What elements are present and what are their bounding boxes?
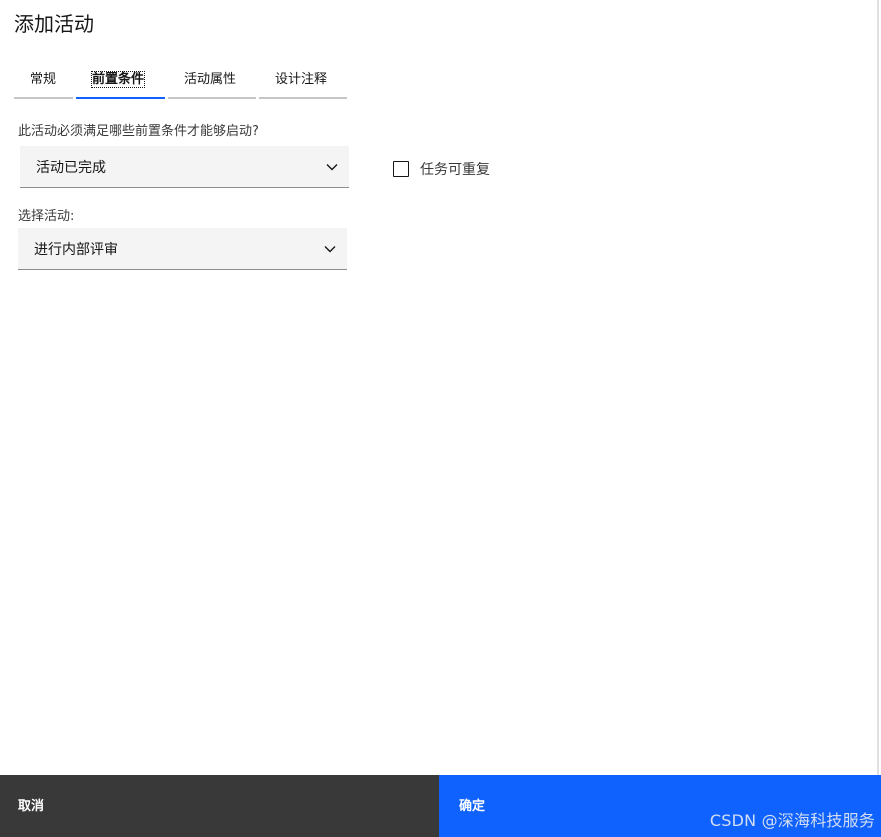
dialog-title: 添加活动 bbox=[14, 12, 94, 36]
repeatable-checkbox[interactable] bbox=[393, 161, 409, 177]
condition-select[interactable]: 活动已完成 bbox=[20, 146, 349, 188]
tab-design-notes-label: 设计注释 bbox=[275, 72, 328, 87]
cancel-button[interactable]: 取消 bbox=[0, 775, 439, 837]
condition-select-value: 活动已完成 bbox=[36, 159, 106, 176]
tab-design-notes[interactable]: 设计注释 bbox=[259, 66, 347, 99]
chevron-down-icon bbox=[324, 245, 336, 252]
tab-activity-properties-label: 活动属性 bbox=[184, 72, 237, 87]
chevron-down-icon bbox=[326, 163, 338, 170]
tab-general-label: 常规 bbox=[30, 72, 57, 87]
cancel-button-label: 取消 bbox=[18, 799, 45, 814]
tab-list: 常规 前置条件 活动属性 设计注释 bbox=[14, 66, 350, 99]
activity-select[interactable]: 进行内部评审 bbox=[18, 228, 347, 270]
precondition-question: 此活动必须满足哪些前置条件才能够启动? bbox=[18, 124, 259, 139]
watermark: CSDN @深海科技服务 bbox=[709, 811, 875, 830]
repeatable-task-option[interactable]: 任务可重复 bbox=[393, 159, 490, 179]
tab-activity-properties[interactable]: 活动属性 bbox=[168, 66, 256, 99]
select-activity-label: 选择活动: bbox=[18, 209, 75, 224]
add-activity-dialog: 添加活动 常规 前置条件 活动属性 设计注释 此活动必须满足哪些前置条件才能够启… bbox=[0, 0, 879, 837]
activity-select-value: 进行内部评审 bbox=[34, 241, 118, 258]
tab-general[interactable]: 常规 bbox=[14, 66, 73, 99]
tab-preconditions-label: 前置条件 bbox=[90, 71, 146, 88]
confirm-button-label: 确定 bbox=[459, 799, 486, 814]
repeatable-label: 任务可重复 bbox=[420, 162, 490, 178]
tab-preconditions[interactable]: 前置条件 bbox=[76, 66, 165, 99]
